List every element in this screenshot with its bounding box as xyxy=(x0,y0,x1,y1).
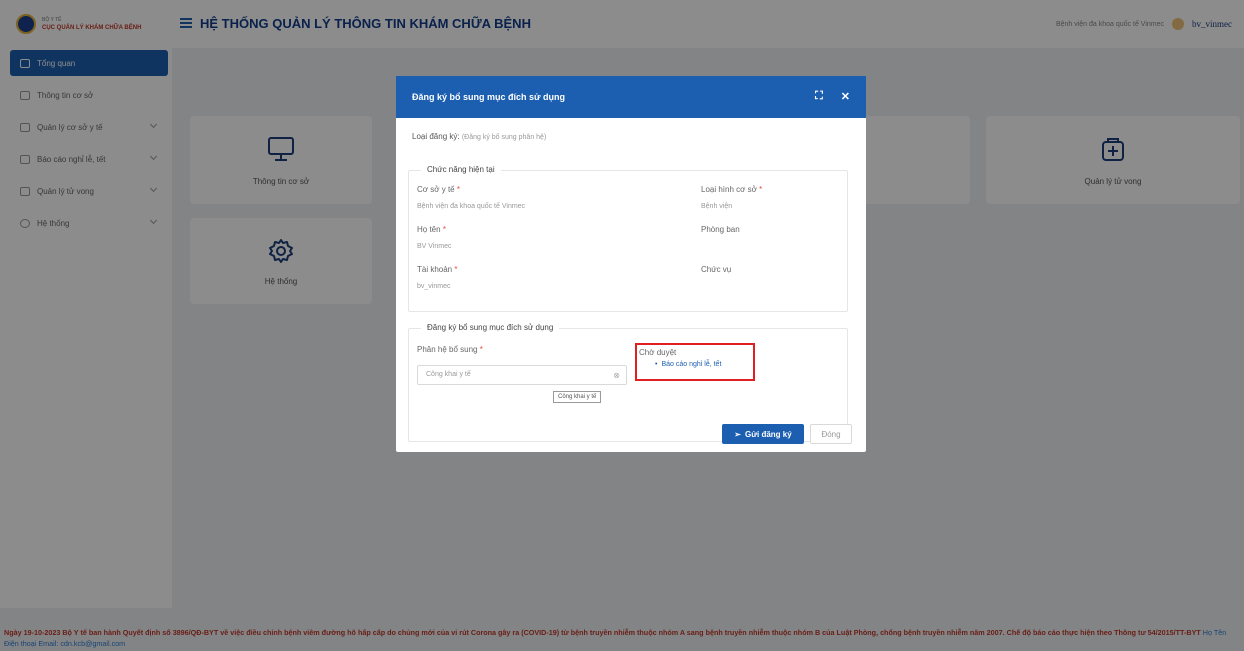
select-tooltip: Công khai y tế xyxy=(553,391,602,403)
facility-type-label: Loại hình cơ sở * xyxy=(701,185,763,194)
pending-approval-box: Chờ duyệt Báo cáo nghỉ lễ, tết xyxy=(635,343,755,381)
department-label: Phòng ban xyxy=(701,225,740,234)
name-value: BV Vinmec xyxy=(417,243,452,250)
module-select[interactable]: Công khai y tế ⊗ xyxy=(417,365,627,385)
send-icon: ➣ xyxy=(734,429,741,439)
reg-type-label: Loại đăng ký: xyxy=(412,132,460,141)
fullscreen-icon[interactable]: ⛶ xyxy=(815,90,823,103)
close-button[interactable]: Đóng xyxy=(810,424,852,444)
register-modal: Đăng ký bổ sung mục đích sử dụng ⛶ ✕ Loạ… xyxy=(396,76,866,452)
module-label: Phân hệ bổ sung * xyxy=(417,345,483,354)
account-label: Tài khoản * xyxy=(417,265,458,274)
section-legend: Đăng ký bổ sung mục đích sử dụng xyxy=(421,323,560,332)
modal-title: Đăng ký bổ sung mục đích sử dụng xyxy=(412,92,566,102)
clear-icon[interactable]: ⊗ xyxy=(613,371,620,380)
reg-type-value: (Đăng ký bổ sung phân hệ) xyxy=(461,134,547,141)
module-select-value: Công khai y tế xyxy=(426,371,471,378)
facility-label: Cơ sở y tế * xyxy=(417,185,460,194)
facility-type-value: Bệnh viện xyxy=(701,203,733,210)
send-button-label: Gửi đăng ký xyxy=(745,429,792,439)
pending-item[interactable]: Báo cáo nghỉ lễ, tết xyxy=(655,361,751,368)
pending-title: Chờ duyệt xyxy=(639,348,677,357)
account-value: bv_vinmec xyxy=(417,283,451,290)
send-registration-button[interactable]: ➣ Gửi đăng ký xyxy=(722,424,804,444)
facility-value: Bệnh viện đa khoa quốc tế Vinmec xyxy=(417,203,526,210)
reg-type: Loại đăng ký: (Đăng ký bổ sung phân hệ) xyxy=(412,132,546,141)
position-label: Chức vụ xyxy=(701,265,732,274)
section-legend: Chức năng hiện tại xyxy=(421,165,501,174)
close-icon[interactable]: ✕ xyxy=(841,90,850,103)
current-function-section: Chức năng hiện tại Cơ sở y tế * Bệnh việ… xyxy=(408,165,848,312)
modal-header: Đăng ký bổ sung mục đích sử dụng ⛶ ✕ xyxy=(396,76,866,118)
name-label: Họ tên * xyxy=(417,225,446,234)
